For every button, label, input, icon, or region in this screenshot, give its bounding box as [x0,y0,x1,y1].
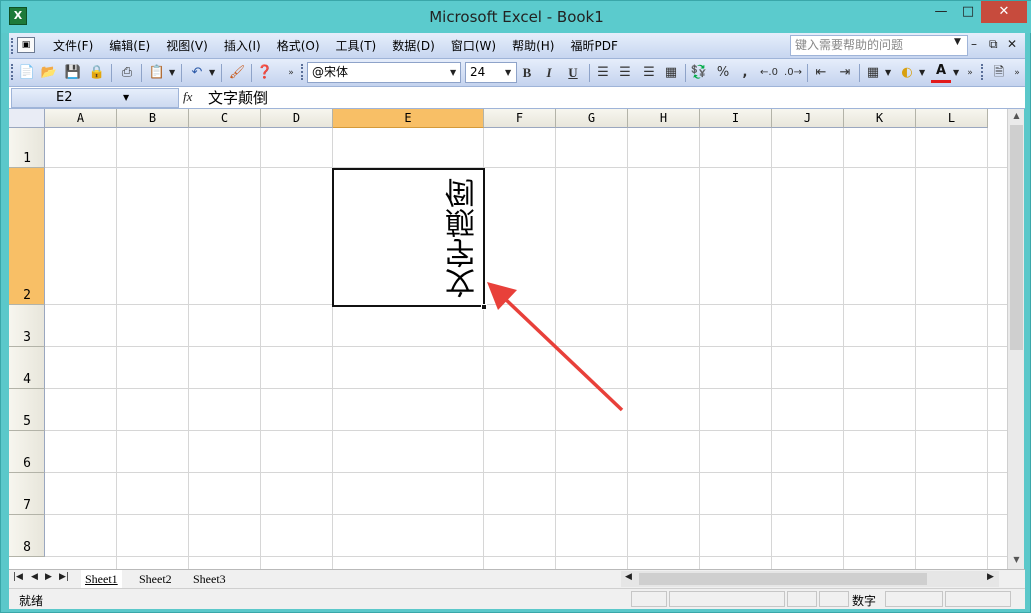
annotation-arrow-icon [487,282,624,412]
excel-window: X Microsoft Excel - Book1 — □ ✕ ▣ 文件(F) 编… [0,0,1031,613]
